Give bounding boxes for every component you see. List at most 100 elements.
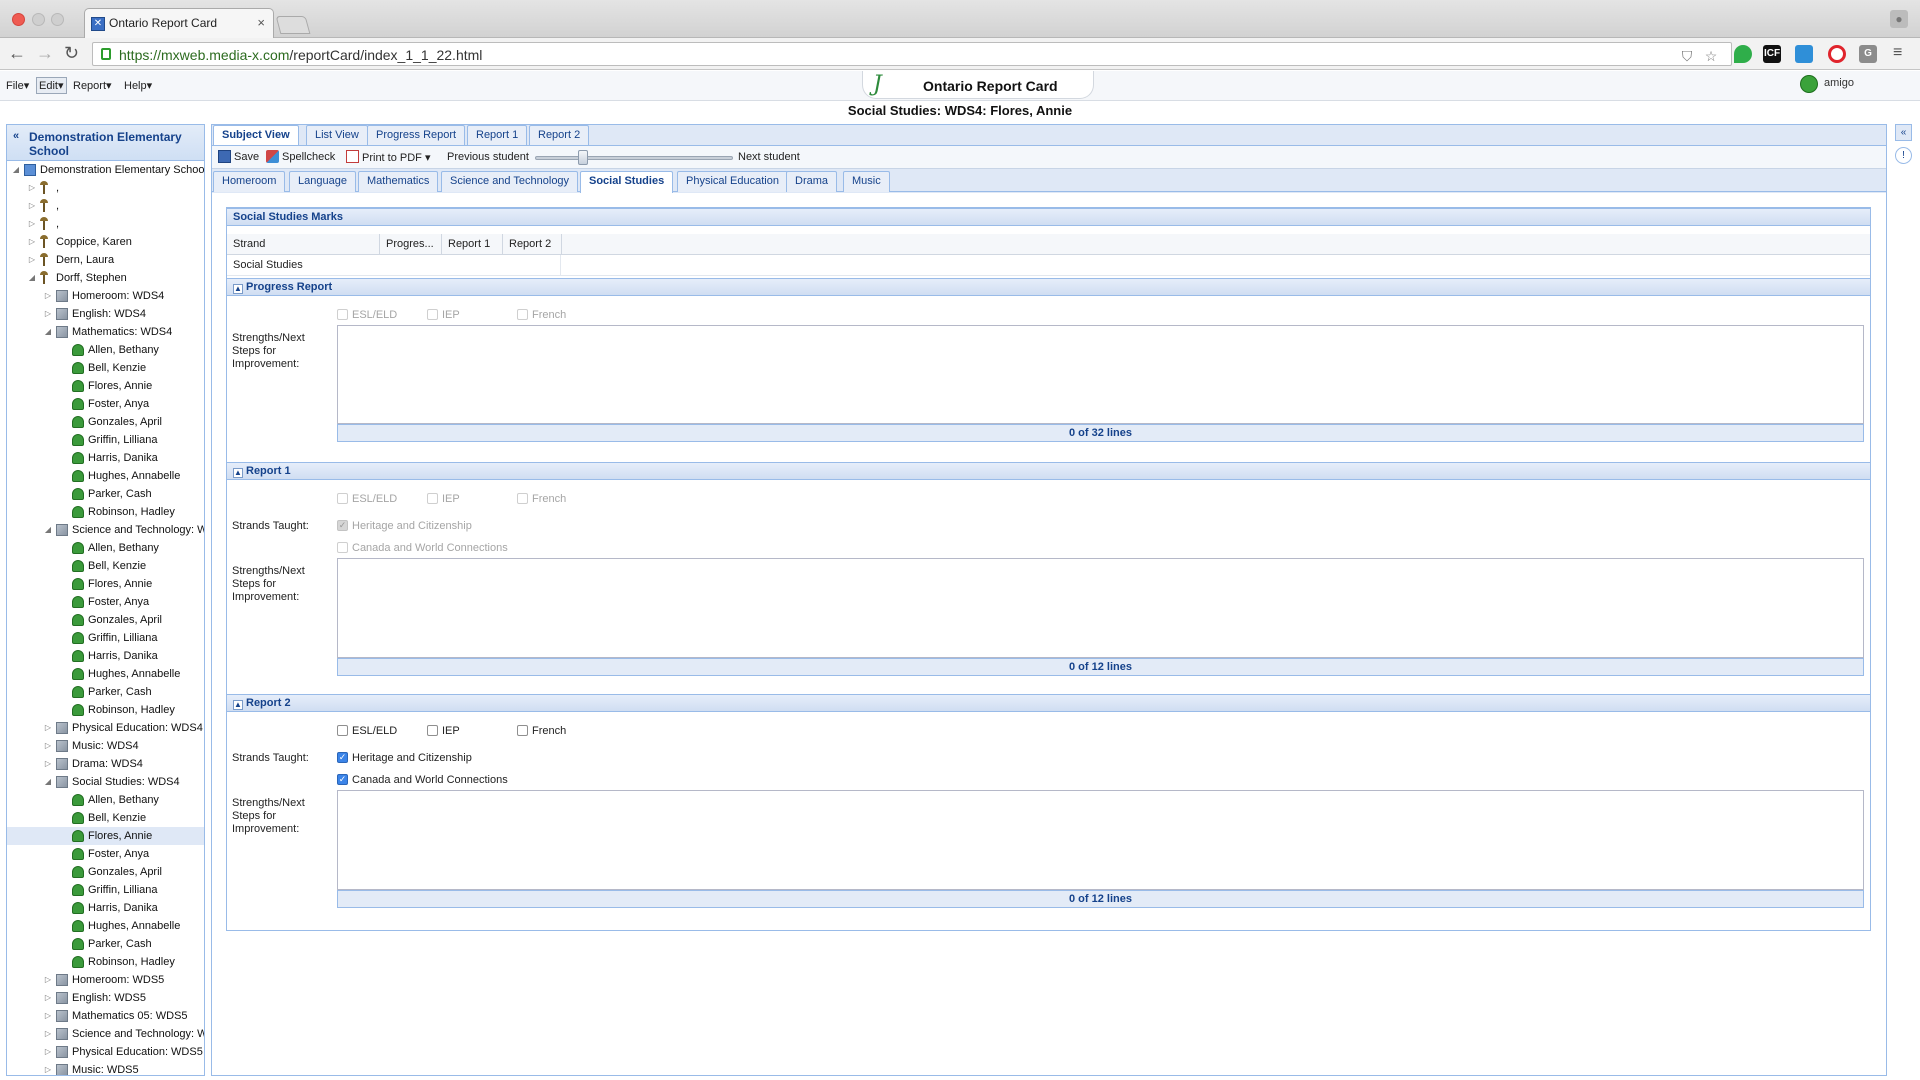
shield-icon[interactable]: ⛉ (1679, 48, 1695, 64)
report1-canada-checkbox[interactable]: Canada and World Connections (337, 542, 508, 555)
subtab-social-studies[interactable]: Social Studies (580, 171, 674, 193)
save-button[interactable]: Save (218, 150, 259, 163)
subtab-homeroom[interactable]: Homeroom (213, 171, 286, 192)
collapse-left-icon[interactable]: « (13, 129, 19, 143)
gray-extension-icon[interactable]: G (1859, 45, 1877, 63)
address-bar[interactable]: https://mxweb.media-x.com/reportCard/ind… (92, 42, 1732, 66)
expand-node-icon[interactable]: ▷ (43, 1043, 53, 1061)
expand-node-icon[interactable]: ▷ (43, 971, 53, 989)
tree-item-class[interactable]: ▷ Mathematics 05: WDS5 (7, 1007, 204, 1025)
menu-help[interactable]: Help▾ (124, 79, 152, 92)
expand-node-icon[interactable]: ▷ (43, 755, 53, 773)
tree-item-student[interactable]: Harris, Danika (7, 449, 204, 467)
expand-node-icon[interactable]: ▷ (43, 989, 53, 1007)
tree-item-student[interactable]: Robinson, Hadley (7, 503, 204, 521)
tree-item-class[interactable]: ▷ Physical Education: WDS5 (7, 1043, 204, 1061)
report1-esl-checkbox[interactable]: ESL/ELD (337, 493, 397, 506)
expand-node-icon[interactable]: ▷ (43, 287, 53, 305)
expand-node-icon[interactable]: ▷ (27, 215, 37, 233)
column-report-2[interactable]: Report 2 (503, 234, 562, 255)
tree-item-student[interactable]: Gonzales, April (7, 413, 204, 431)
tree-item-class[interactable]: ▷ Science and Technology: W (7, 1025, 204, 1043)
collapse-node-icon[interactable]: ◢ (43, 323, 53, 341)
tree-item-class[interactable]: ▷ Music: WDS4 (7, 737, 204, 755)
tab-report-2[interactable]: Report 2 (529, 125, 590, 145)
tree-item-student[interactable]: Robinson, Hadley (7, 701, 204, 719)
opera-extension-icon[interactable] (1828, 45, 1846, 63)
tree-item-student[interactable]: Hughes, Annabelle (7, 467, 204, 485)
collapse-section-icon[interactable]: ▲ (233, 468, 243, 478)
report2-iep-checkbox[interactable]: IEP (427, 725, 460, 738)
new-tab-button[interactable] (275, 16, 311, 34)
collapse-node-icon[interactable]: ◢ (11, 161, 21, 179)
column-progress[interactable]: Progres... (380, 234, 442, 255)
user-menu[interactable]: amigo (1800, 75, 1854, 93)
back-arrow-icon[interactable]: ← (8, 44, 26, 62)
report1-french-checkbox[interactable]: French (517, 493, 566, 506)
expand-node-icon[interactable]: ▷ (43, 1007, 53, 1025)
tree-item-school[interactable]: ◢ Demonstration Elementary School (7, 161, 204, 179)
subtab-music[interactable]: Music (843, 171, 890, 192)
tab-list-view[interactable]: List View (306, 125, 368, 145)
close-window-button[interactable] (12, 13, 25, 26)
progress-french-checkbox[interactable]: French (517, 309, 566, 322)
report2-strengths-textarea[interactable] (337, 790, 1864, 890)
tree-item-class[interactable]: ◢ Science and Technology: W (7, 521, 204, 539)
tree-item-teacher[interactable]: ▷, (7, 197, 204, 215)
report1-heritage-checkbox[interactable]: ✓ Heritage and Citizenship (337, 520, 472, 533)
menu-hamburger-icon[interactable]: ≡ (1893, 44, 1902, 62)
tree-item-teacher[interactable]: ▷ Coppice, Karen (7, 233, 204, 251)
report2-canada-checkbox[interactable]: ✓ Canada and World Connections (337, 774, 508, 787)
table-row[interactable]: Social Studies (227, 255, 1870, 276)
tree-item-student[interactable]: Gonzales, April (7, 863, 204, 881)
expand-node-icon[interactable]: ▷ (27, 251, 37, 269)
expand-node-icon[interactable]: ▷ (43, 305, 53, 323)
subtab-mathematics[interactable]: Mathematics (358, 171, 439, 192)
expand-node-icon[interactable]: ▷ (43, 1061, 53, 1075)
tree-item-student[interactable]: Bell, Kenzie (7, 359, 204, 377)
tree-item-class[interactable]: ▷ Physical Education: WDS4 (7, 719, 204, 737)
forward-arrow-icon[interactable]: → (36, 44, 54, 62)
expand-right-icon[interactable]: « (1895, 124, 1912, 141)
tree-item-class[interactable]: ▷ Drama: WDS4 (7, 755, 204, 773)
comment-icon[interactable]: ! (1895, 147, 1912, 164)
collapse-node-icon[interactable]: ◢ (43, 773, 53, 791)
report-2-section-header[interactable]: ▲ Report 2 (227, 694, 1870, 712)
tree-item-student[interactable]: Bell, Kenzie (7, 809, 204, 827)
tree-item-student[interactable]: Flores, Annie (7, 827, 204, 845)
menu-file[interactable]: File▾ (6, 79, 29, 92)
subtab-science-and-technology[interactable]: Science and Technology (441, 171, 579, 192)
expand-node-icon[interactable]: ▷ (43, 719, 53, 737)
profile-icon[interactable]: ● (1890, 10, 1908, 28)
green-extension-icon[interactable] (1734, 45, 1752, 63)
report1-iep-checkbox[interactable]: IEP (427, 493, 460, 506)
student-slider-track[interactable] (535, 156, 733, 160)
tree-item-student[interactable]: Griffin, Lilliana (7, 431, 204, 449)
tree-item-class[interactable]: ◢ Social Studies: WDS4 (7, 773, 204, 791)
collapse-section-icon[interactable]: ▲ (233, 700, 243, 710)
print-to-pdf-button[interactable]: Print to PDF ▾ (346, 150, 430, 164)
tree-item-class[interactable]: ▷ Homeroom: WDS5 (7, 971, 204, 989)
spellcheck-button[interactable]: Spellcheck (266, 150, 335, 163)
browser-tab[interactable]: ✕ Ontario Report Card × (84, 8, 274, 38)
expand-node-icon[interactable]: ▷ (43, 1025, 53, 1043)
report-1-section-header[interactable]: ▲ Report 1 (227, 462, 1870, 480)
column-strand[interactable]: Strand (227, 234, 380, 255)
minimize-window-button[interactable] (32, 13, 45, 26)
subtab-language[interactable]: Language (289, 171, 356, 192)
tree-item-teacher[interactable]: ▷ Dern, Laura (7, 251, 204, 269)
tree-item-student[interactable]: Gonzales, April (7, 611, 204, 629)
icf-extension-icon[interactable]: ICF (1763, 45, 1781, 63)
tree-item-teacher[interactable]: ▷, (7, 215, 204, 233)
tree-item-student[interactable]: Parker, Cash (7, 485, 204, 503)
student-slider-thumb[interactable] (578, 150, 589, 165)
tree-item-student[interactable]: Foster, Anya (7, 395, 204, 413)
reload-icon[interactable]: ↻ (64, 44, 79, 62)
tree-item-student[interactable]: Parker, Cash (7, 683, 204, 701)
tree-item-teacher[interactable]: ◢ Dorff, Stephen (7, 269, 204, 287)
expand-node-icon[interactable]: ▷ (27, 233, 37, 251)
report2-french-checkbox[interactable]: French (517, 725, 566, 738)
tree-item-student[interactable]: Allen, Bethany (7, 341, 204, 359)
collapse-node-icon[interactable]: ◢ (43, 521, 53, 539)
tree-item-student[interactable]: Flores, Annie (7, 377, 204, 395)
